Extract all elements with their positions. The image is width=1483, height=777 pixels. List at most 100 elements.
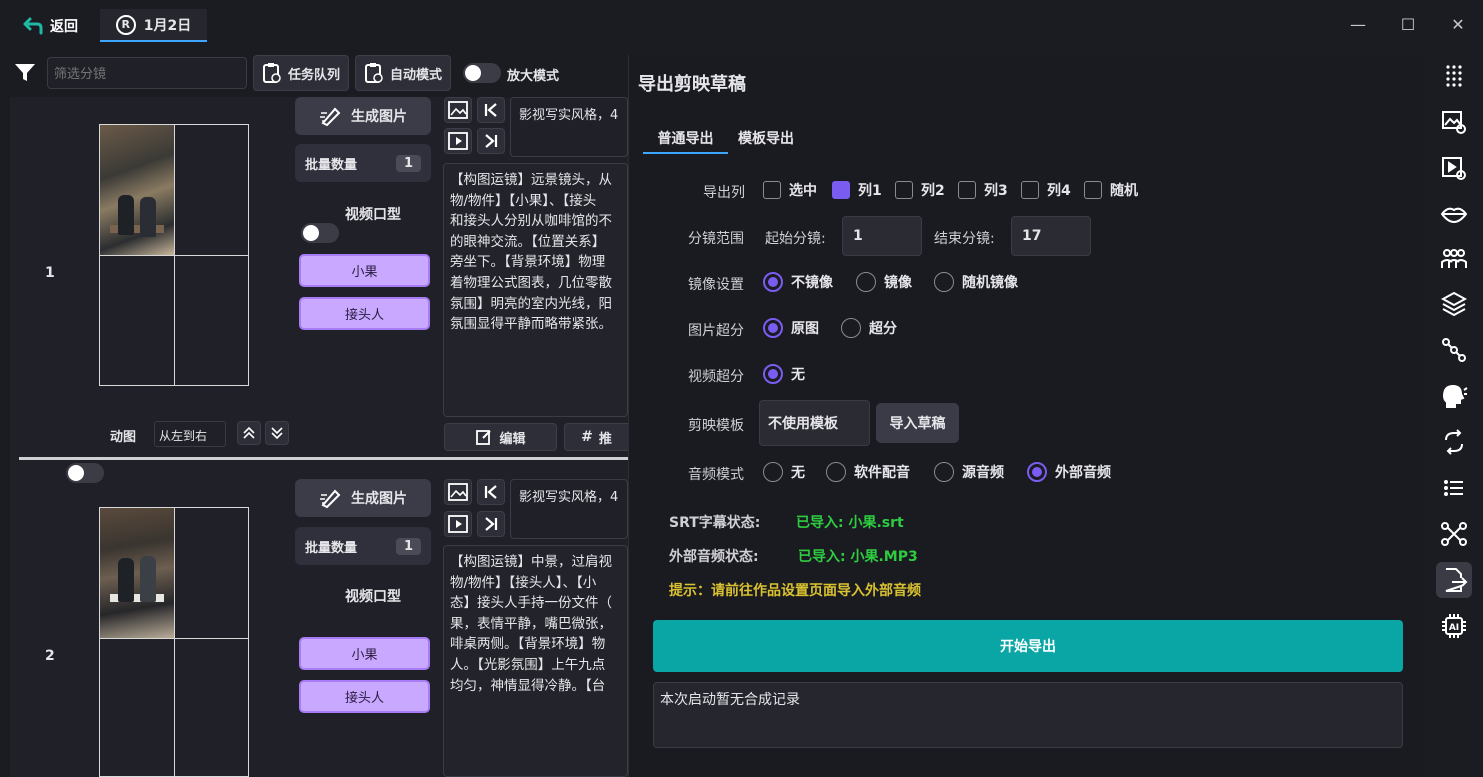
radio[interactable] — [934, 272, 954, 292]
desc-line: 态】接头人手持一份文件（ — [450, 595, 612, 612]
nodes-icon[interactable] — [1436, 332, 1472, 368]
close-button[interactable]: ✕ — [1446, 12, 1470, 36]
generate-image-button[interactable]: 生成图片 — [295, 479, 431, 517]
skip-start-icon[interactable] — [477, 479, 505, 505]
people-icon[interactable] — [1436, 240, 1472, 276]
mirror-option-mirror[interactable]: 镜像 — [856, 272, 912, 292]
back-button[interactable]: 返回 — [22, 14, 78, 38]
lips-icon[interactable] — [1436, 196, 1472, 232]
radio[interactable] — [763, 318, 783, 338]
prompt-preview[interactable]: 影视写实风格，4 — [510, 97, 628, 157]
ai-chip-icon[interactable]: AI — [1436, 608, 1472, 644]
skip-end-icon[interactable] — [477, 511, 505, 537]
lipsync-toggle[interactable] — [301, 223, 339, 243]
batch-count[interactable]: 批量数量 1 — [295, 527, 431, 565]
scene-description[interactable]: 【构图运镜】中景，过肩视 物/物件】【接头人】、【小 态】接头人手持一份文件（ … — [443, 545, 628, 777]
role-button[interactable]: 接头人 — [299, 297, 430, 330]
audio-option-tts[interactable]: 软件配音 — [826, 462, 910, 482]
checkbox[interactable] — [1021, 181, 1039, 199]
tab-date[interactable]: R 1月2日 — [100, 9, 207, 42]
column-option-random[interactable]: 随机 — [1084, 180, 1138, 200]
start-scene-input[interactable]: 1 — [842, 216, 922, 256]
desc-line: 啡桌两侧。【背景环境】物 — [450, 636, 606, 653]
start-export-button[interactable]: 开始导出 — [653, 620, 1403, 672]
import-draft-button[interactable]: 导入草稿 — [876, 403, 959, 443]
column-option-3[interactable]: 列3 — [958, 180, 1008, 200]
skip-start-icon[interactable] — [477, 97, 505, 123]
task-queue-button[interactable]: 任务队列 — [253, 55, 349, 91]
image-sr-option-sr[interactable]: 超分 — [841, 318, 897, 338]
checkbox[interactable] — [1084, 181, 1102, 199]
template-select[interactable]: 不使用模板 — [759, 400, 870, 446]
skip-end-icon[interactable] — [477, 128, 505, 154]
end-scene-input[interactable]: 17 — [1011, 216, 1091, 256]
move-up-icon[interactable] — [237, 421, 261, 445]
audio-option-none[interactable]: 无 — [763, 462, 805, 482]
image-icon[interactable] — [444, 479, 472, 505]
video-sr-option-none[interactable]: 无 — [763, 364, 805, 384]
sync-icon[interactable] — [1436, 424, 1472, 460]
play-video-icon[interactable] — [444, 511, 472, 537]
speaking-head-icon[interactable] — [1436, 378, 1472, 414]
filter-icon[interactable] — [14, 63, 36, 87]
batch-count[interactable]: 批量数量 1 — [295, 144, 431, 182]
role-button[interactable]: 小果 — [299, 254, 430, 287]
radio[interactable] — [763, 462, 783, 482]
image-icon[interactable] — [444, 97, 472, 123]
edit-button[interactable]: 编辑 — [444, 423, 557, 451]
list-icon[interactable] — [1436, 470, 1472, 506]
mirror-option-random[interactable]: 随机镜像 — [934, 272, 1018, 292]
layers-icon[interactable] — [1436, 286, 1472, 322]
network-icon[interactable] — [1436, 516, 1472, 552]
image-grid[interactable] — [99, 507, 249, 777]
generate-image-button[interactable]: 生成图片 — [295, 97, 431, 135]
dots-grid-icon[interactable] — [1436, 57, 1472, 93]
direction-select[interactable]: 从左到右 — [154, 421, 226, 447]
role-button[interactable]: 小果 — [299, 637, 430, 670]
storyboard-thumbnail[interactable] — [100, 508, 174, 638]
scene-description[interactable]: 【构图运镜】远景镜头，从 物/物件】【小果】、【接头 和接头人分别从咖啡馆的不 … — [443, 163, 628, 417]
prompt-preview[interactable]: 影视写实风格，4 — [510, 479, 628, 539]
minimize-button[interactable]: — — [1346, 12, 1370, 36]
zoom-mode-toggle[interactable] — [463, 63, 501, 83]
image-settings-icon[interactable] — [1436, 104, 1472, 140]
reasoning-button[interactable]: # 推 — [564, 423, 628, 451]
checkbox[interactable] — [895, 181, 913, 199]
radio[interactable] — [826, 462, 846, 482]
animate-toggle[interactable] — [66, 463, 104, 483]
export-log[interactable]: 本次启动暂无合成记录 — [653, 682, 1403, 748]
image-sr-option-original[interactable]: 原图 — [763, 318, 819, 338]
tab-template-export[interactable]: 模板导出 — [738, 128, 794, 148]
checkbox[interactable] — [958, 181, 976, 199]
radio[interactable] — [856, 272, 876, 292]
play-video-icon[interactable] — [444, 128, 472, 154]
export-icon[interactable] — [1436, 562, 1472, 598]
image-grid[interactable] — [99, 124, 249, 386]
column-option-selected[interactable]: 选中 — [763, 180, 817, 200]
checkbox[interactable] — [832, 181, 850, 199]
mirror-option-none[interactable]: 不镜像 — [763, 272, 833, 292]
desc-line: 的眼神交流。【位置关系】 — [450, 233, 606, 250]
maximize-button[interactable]: ☐ — [1396, 12, 1420, 36]
column-option-2[interactable]: 列2 — [895, 180, 945, 200]
radio[interactable] — [1027, 462, 1047, 482]
auto-mode-button[interactable]: 自动模式 — [355, 55, 451, 91]
radio[interactable] — [934, 462, 954, 482]
move-down-icon[interactable] — [265, 421, 289, 445]
role-button[interactable]: 接头人 — [299, 680, 430, 713]
video-settings-icon[interactable] — [1436, 150, 1472, 186]
column-label: 列3 — [984, 183, 1008, 199]
column-option-4[interactable]: 列4 — [1021, 180, 1071, 200]
column-option-1[interactable]: 列1 — [832, 180, 882, 200]
batch-value[interactable]: 1 — [395, 154, 421, 172]
tab-normal-export[interactable]: 普通导出 — [643, 128, 728, 154]
audio-option-source[interactable]: 源音频 — [934, 462, 1004, 482]
radio[interactable] — [763, 272, 783, 292]
checkbox[interactable] — [763, 181, 781, 199]
storyboard-thumbnail[interactable] — [100, 125, 174, 255]
audio-option-external[interactable]: 外部音频 — [1027, 462, 1111, 482]
radio[interactable] — [763, 364, 783, 384]
batch-value[interactable]: 1 — [395, 537, 421, 555]
radio[interactable] — [841, 318, 861, 338]
filter-input[interactable] — [47, 57, 247, 89]
